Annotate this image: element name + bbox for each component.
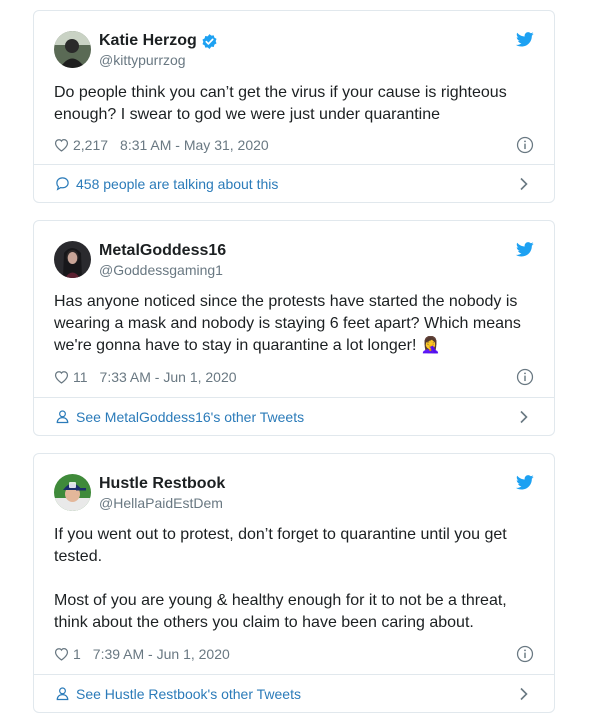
like-count[interactable]: 2,217 — [73, 137, 108, 153]
person-icon — [56, 410, 69, 424]
tweet-meta: 2,217 8:31 AM - May 31, 2020 — [54, 135, 534, 155]
other-tweets-label[interactable]: See MetalGoddess16's other Tweets — [76, 409, 304, 425]
chevron-right-icon — [520, 410, 528, 424]
heart-icon[interactable] — [54, 647, 69, 661]
tweet-text: Do people think you can’t get the virus … — [54, 84, 507, 123]
tweet-header: Hustle Restbook @HellaPaidEstDem — [54, 473, 534, 515]
other-tweets-link[interactable]: See MetalGoddess16's other Tweets — [34, 397, 554, 435]
tweet-card: MetalGoddess16 @Goddessgaming1 Has anyon… — [33, 220, 555, 436]
timestamp[interactable]: 8:31 AM - May 31, 2020 — [120, 137, 269, 153]
avatar[interactable] — [54, 474, 91, 511]
chevron-right-icon — [520, 687, 528, 701]
twitter-bird-icon[interactable] — [516, 242, 534, 257]
twitter-bird-icon[interactable] — [516, 32, 534, 47]
heart-icon[interactable] — [54, 370, 69, 384]
author-row: Katie Herzog — [99, 31, 218, 51]
author-handle[interactable]: @HellaPaidEstDem — [99, 495, 223, 511]
conversation-label[interactable]: 458 people are talking about this — [76, 176, 278, 192]
heart-icon[interactable] — [54, 138, 69, 152]
avatar[interactable] — [54, 241, 91, 278]
author-name[interactable]: Katie Herzog — [99, 31, 197, 51]
conversation-link[interactable]: 458 people are talking about this — [34, 164, 554, 202]
tweet-card: Hustle Restbook @HellaPaidEstDem If you … — [33, 453, 555, 713]
tweet-text: Has anyone noticed since the protests ha… — [54, 293, 521, 354]
author-row: MetalGoddess16 — [99, 241, 226, 261]
tweet-meta: 1 7:39 AM - Jun 1, 2020 — [54, 644, 534, 664]
timestamp[interactable]: 7:39 AM - Jun 1, 2020 — [93, 646, 230, 662]
info-icon[interactable] — [516, 645, 534, 663]
author-row: Hustle Restbook — [99, 474, 225, 494]
person-icon — [56, 687, 69, 701]
like-count[interactable]: 11 — [73, 369, 88, 385]
avatar[interactable] — [54, 31, 91, 68]
info-icon[interactable] — [516, 136, 534, 154]
chevron-right-icon — [520, 177, 528, 191]
author-handle[interactable]: @kittypurrzog — [99, 52, 186, 68]
tweet-meta: 11 7:33 AM - Jun 1, 2020 — [54, 367, 534, 387]
info-icon[interactable] — [516, 368, 534, 386]
verified-badge-icon — [202, 33, 217, 49]
like-count[interactable]: 1 — [73, 646, 81, 662]
author-name[interactable]: Hustle Restbook — [99, 474, 225, 494]
tweet-header: MetalGoddess16 @Goddessgaming1 — [54, 240, 534, 282]
author-name[interactable]: MetalGoddess16 — [99, 241, 226, 261]
other-tweets-label[interactable]: See Hustle Restbook's other Tweets — [76, 686, 301, 702]
tweet-text: If you went out to protest, don’t forget… — [54, 526, 507, 631]
speech-bubble-icon — [56, 177, 69, 191]
tweet-header: Katie Herzog @kittypurrzog — [54, 30, 534, 72]
twitter-bird-icon[interactable] — [516, 475, 534, 490]
tweet-card: Katie Herzog @kittypurrzog Do people thi… — [33, 10, 555, 203]
author-handle[interactable]: @Goddessgaming1 — [99, 262, 223, 278]
other-tweets-link[interactable]: See Hustle Restbook's other Tweets — [34, 674, 554, 712]
timestamp[interactable]: 7:33 AM - Jun 1, 2020 — [100, 369, 237, 385]
